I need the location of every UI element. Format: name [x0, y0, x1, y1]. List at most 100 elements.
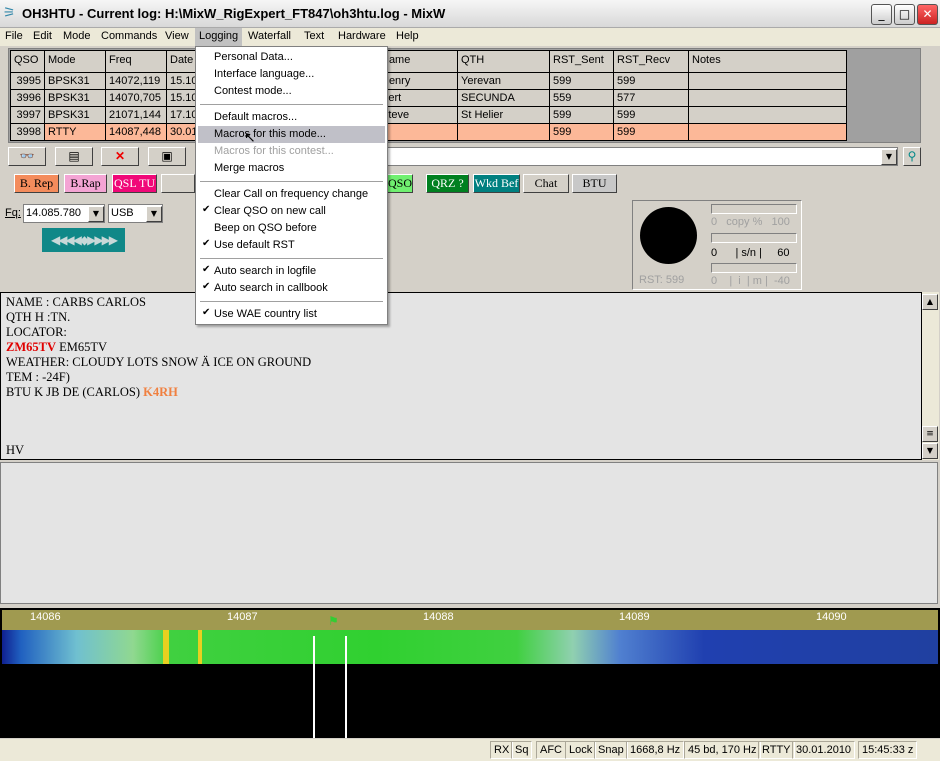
macro-b-rep[interactable]: B. Rep	[14, 174, 59, 193]
menu-logging[interactable]: Logging	[195, 28, 243, 46]
menu-mode[interactable]: Mode	[63, 30, 91, 42]
menu-separator	[200, 104, 383, 105]
macro-b-rap[interactable]: B.Rap	[64, 174, 107, 193]
receive-text-window[interactable]: NAME : CARBS CARLOS QTH H :TN. LOCATOR: …	[0, 292, 922, 460]
cell-notes	[688, 72, 847, 90]
table-row[interactable]: 3995 BPSK31 14072,119 15.10 Henry Yerevan 599 5…	[10, 72, 847, 90]
rx-scrollbar[interactable]: ▲ ≡ ▼	[922, 292, 939, 460]
delete-button[interactable]: ✕	[101, 147, 139, 166]
table-row[interactable]: 3997 BPSK31 21071,144 17.10 Steve St Helier 59…	[10, 106, 847, 124]
close-button[interactable]: ✕	[917, 4, 938, 25]
cell-name	[377, 123, 458, 141]
scroll-down-button[interactable]: ▼	[922, 443, 938, 459]
menu-item-label: Macros for this contest...	[214, 145, 334, 157]
waterfall-spectrum[interactable]	[2, 630, 938, 664]
sn-bar	[711, 233, 797, 243]
tuning-arrows[interactable]: ◀◀◀◀◆▶▶▶▶	[42, 228, 125, 252]
freq-value: 14.085.780	[26, 207, 82, 219]
transmit-text-window[interactable]	[0, 462, 938, 604]
flag-icon[interactable]: ⚑	[328, 614, 339, 628]
menu-item-label: Clear Call on frequency change	[214, 188, 369, 200]
macro-chat[interactable]: Chat	[523, 174, 569, 193]
table-row-selected[interactable]: 3998 RTTY 14087,448 30.01 599 599	[10, 123, 847, 141]
menu-item-search-logfile[interactable]: ✔ Auto search in logfile	[198, 263, 385, 280]
rx-text: BTU K JB DE (CARLOS)	[6, 385, 144, 399]
col-notes[interactable]: Notes	[688, 50, 847, 73]
menu-item-contest-mode[interactable]: Contest mode...	[198, 83, 385, 100]
col-rst-sent[interactable]: RST_Sent	[549, 50, 614, 73]
menu-text[interactable]: Text	[304, 30, 324, 42]
call-input[interactable]	[386, 147, 898, 166]
col-freq[interactable]: Freq	[105, 50, 167, 73]
col-name[interactable]: Name	[377, 50, 458, 73]
menu-item-merge-macros[interactable]: Merge macros	[198, 160, 385, 177]
frequency-scale[interactable]: 14086 14087 14088 14089 14090 ⚑	[2, 610, 938, 630]
maximize-button[interactable]: □	[894, 4, 915, 25]
cell-recv: 599	[613, 106, 689, 124]
menu-waterfall[interactable]: Waterfall	[248, 30, 291, 42]
status-afc[interactable]: AFC	[536, 741, 566, 759]
menu-item-wae-list[interactable]: ✔ Use WAE country list	[198, 306, 385, 323]
cell-sent: 599	[549, 123, 614, 141]
status-lock[interactable]: Lock	[565, 741, 597, 759]
menu-item-default-macros[interactable]: Default macros...	[198, 109, 385, 126]
cell-freq: 14072,119	[105, 72, 167, 90]
call-dropdown-button[interactable]: ▼	[881, 149, 897, 165]
card-button[interactable]: ▤	[55, 147, 93, 166]
menu-view[interactable]: View	[165, 30, 189, 42]
scroll-thumb[interactable]: ≡	[922, 426, 938, 442]
callsign-link[interactable]: K4RH	[143, 385, 178, 399]
macro-qsl-tu[interactable]: QSL TU	[112, 174, 157, 193]
check-icon: ✔	[202, 281, 211, 292]
menu-item-label: Merge macros	[214, 162, 285, 174]
callsign-link[interactable]: ZM65TV	[6, 340, 56, 354]
col-qth[interactable]: QTH	[457, 50, 550, 73]
macro-qrz[interactable]: QRZ ?	[426, 174, 469, 193]
menu-item-macros-this-mode[interactable]: Macros for this mode...	[198, 126, 385, 143]
menu-item-label: Default macros...	[214, 111, 298, 123]
menu-help[interactable]: Help	[396, 30, 419, 42]
col-rst-recv[interactable]: RST_Recv	[613, 50, 689, 73]
cell-qso: 3995	[10, 72, 45, 90]
check-icon: ✔	[202, 204, 211, 215]
sideband-dropdown[interactable]: ▼	[146, 206, 162, 222]
minimize-button[interactable]: _	[871, 4, 892, 25]
col-mode[interactable]: Mode	[44, 50, 106, 73]
cell-mode: RTTY	[44, 123, 106, 141]
menu-edit[interactable]: Edit	[33, 30, 52, 42]
status-sq[interactable]: Sq	[511, 741, 533, 759]
menu-item-search-callbook[interactable]: ✔ Auto search in callbook	[198, 280, 385, 297]
menu-item-beep[interactable]: Beep on QSO before	[198, 220, 385, 237]
macro-qso[interactable]: QSO ?	[385, 174, 413, 193]
macro-wkd-bef[interactable]: Wkd Bef	[473, 174, 520, 193]
menu-item-default-rst[interactable]: ✔ Use default RST	[198, 237, 385, 254]
scroll-up-button[interactable]: ▲	[922, 294, 938, 310]
status-baud[interactable]: 45 bd, 170 Hz	[684, 741, 761, 759]
menu-item-clear-call[interactable]: Clear Call on frequency change	[198, 186, 385, 203]
search-button[interactable]: ⚲	[903, 147, 921, 166]
freq-dropdown[interactable]: ▼	[88, 206, 104, 222]
view-button[interactable]: 👓	[8, 147, 46, 166]
freq-label: Fq:	[5, 207, 21, 219]
menu-item-interface-language[interactable]: Interface language...	[198, 66, 385, 83]
menu-hardware[interactable]: Hardware	[338, 30, 386, 42]
menu-file[interactable]: File	[5, 30, 23, 42]
col-qso[interactable]: QSO	[10, 50, 45, 73]
title-bar: ⚞ OH3HTU - Current log: H:\MixW_RigExper…	[0, 0, 940, 28]
macro-blank[interactable]	[161, 174, 195, 193]
mark-marker[interactable]	[313, 636, 315, 738]
status-mode[interactable]: RTTY	[758, 741, 795, 759]
menu-commands[interactable]: Commands	[101, 30, 157, 42]
macro-btu[interactable]: BTU	[572, 174, 617, 193]
status-snap[interactable]: Snap	[594, 741, 628, 759]
rx-line: NAME : CARBS CARLOS	[6, 295, 146, 309]
menu-item-clear-qso[interactable]: ✔ Clear QSO on new call	[198, 203, 385, 220]
menu-item-label: Auto search in logfile	[214, 265, 317, 277]
waterfall[interactable]: 14086 14087 14088 14089 14090 ⚑	[0, 608, 940, 738]
menu-item-personal-data[interactable]: Personal Data...	[198, 49, 385, 66]
space-marker[interactable]	[345, 636, 347, 738]
log-header-row: QSO Mode Freq Date Name QTH RST_Sent RST…	[10, 50, 847, 73]
save-button[interactable]: ▣	[148, 147, 186, 166]
status-rx[interactable]: RX	[490, 741, 514, 759]
table-row[interactable]: 3996 BPSK31 14070,705 15.10 Bert SECUNDA 559 57…	[10, 89, 847, 107]
